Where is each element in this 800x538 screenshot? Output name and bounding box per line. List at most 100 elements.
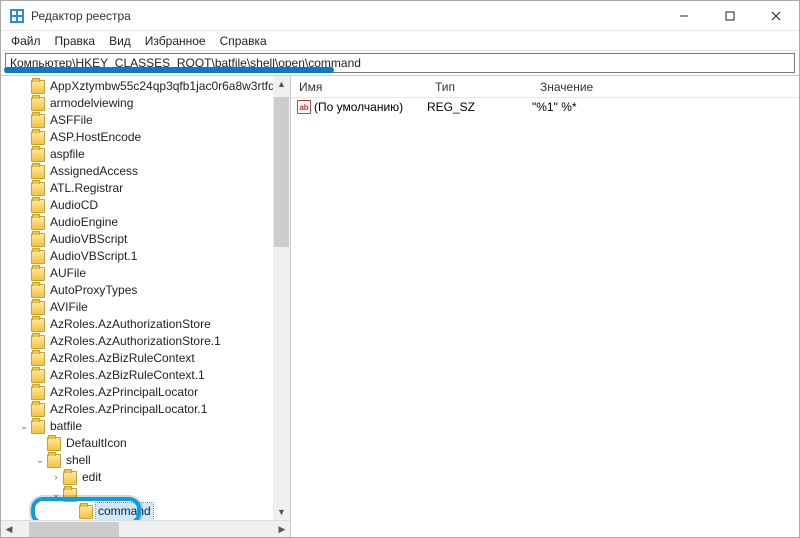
tree-node-label: armodelviewing	[48, 95, 135, 112]
scroll-thumb[interactable]	[29, 522, 119, 537]
tree-view[interactable]: AppXztymbw55c24qp3qfb1jac0r6a8w3rtfqarmo…	[1, 76, 290, 520]
values-panel: Имя Тип Значение ab(По умолчанию) REG_SZ"…	[291, 76, 799, 537]
tree-panel: AppXztymbw55c24qp3qfb1jac0r6a8w3rtfqarmo…	[1, 76, 291, 537]
folder-icon	[31, 148, 45, 162]
folder-icon	[31, 165, 45, 179]
content-area: AppXztymbw55c24qp3qfb1jac0r6a8w3rtfqarmo…	[1, 75, 799, 537]
tree-node[interactable]: AudioVBScript.1	[1, 248, 290, 265]
tree-node-label: edit	[80, 469, 103, 486]
value-name: (По умолчанию)	[314, 100, 403, 114]
tree-node[interactable]: AudioEngine	[1, 214, 290, 231]
tree-node-label: AudioVBScript	[48, 231, 129, 248]
chevron-down-icon[interactable]: ⌄	[33, 452, 47, 469]
window-controls	[661, 1, 799, 30]
col-name[interactable]: Имя	[291, 80, 427, 94]
tree-node-label: AzRoles.AzPrincipalLocator.1	[48, 401, 209, 418]
folder-icon	[31, 182, 45, 196]
address-bar[interactable]: Компьютер\HKEY_CLASSES_ROOT\batfile\shel…	[5, 53, 795, 73]
tree-node-label: AUFile	[48, 265, 88, 282]
folder-icon	[31, 386, 45, 400]
folder-icon	[31, 335, 45, 349]
tree-node-label: AzRoles.AzAuthorizationStore.1	[48, 333, 223, 350]
chevron-down-icon[interactable]: ⌄	[17, 418, 31, 435]
folder-icon	[31, 318, 45, 332]
folder-icon	[47, 437, 61, 451]
col-value[interactable]: Значение	[532, 80, 602, 94]
value-row[interactable]: ab(По умолчанию) REG_SZ"%1" %*	[291, 98, 799, 116]
tree-node[interactable]: AutoProxyTypes	[1, 282, 290, 299]
folder-icon	[31, 420, 45, 434]
tree-node[interactable]: DefaultIcon	[1, 435, 290, 452]
titlebar[interactable]: Редактор реестра	[1, 1, 799, 31]
string-icon: ab	[297, 100, 311, 114]
tree-node[interactable]: ⌄batfile	[1, 418, 290, 435]
folder-icon	[31, 97, 45, 111]
tree-node-label: command	[96, 503, 153, 520]
tree-node[interactable]: AzRoles.AzBizRuleContext	[1, 350, 290, 367]
tree-node[interactable]: armodelviewing	[1, 95, 290, 112]
tree-node[interactable]: ASP.HostEncode	[1, 129, 290, 146]
tree-node[interactable]: AppXztymbw55c24qp3qfb1jac0r6a8w3rtfq	[1, 78, 290, 95]
tree-node-label: DefaultIcon	[64, 435, 129, 452]
scroll-thumb[interactable]	[274, 97, 289, 247]
scroll-right-icon[interactable]: ▶	[274, 524, 290, 535]
chevron-down-icon[interactable]: ⌄	[49, 486, 63, 503]
tree-node-label: aspfile	[48, 146, 87, 163]
tree-node[interactable]: ATL.Registrar	[1, 180, 290, 197]
value-type: REG_SZ	[427, 100, 532, 114]
menu-help[interactable]: Справка	[214, 32, 273, 50]
tree-node[interactable]: aspfile	[1, 146, 290, 163]
chevron-right-icon[interactable]: ›	[49, 469, 63, 486]
tree-horizontal-scrollbar[interactable]: ◀ ▶	[1, 520, 290, 537]
tree-node-label: AudioEngine	[48, 214, 120, 231]
tree-node[interactable]: AudioCD	[1, 197, 290, 214]
tree-node[interactable]: › edit	[1, 469, 290, 486]
folder-icon	[31, 352, 45, 366]
folder-icon	[31, 267, 45, 281]
registry-editor-window: Редактор реестра Файл Правка Вид Избранн…	[0, 0, 800, 538]
menu-edit[interactable]: Правка	[49, 32, 102, 50]
tree-node-label: ASFFile	[48, 112, 95, 129]
tree-node[interactable]: AzRoles.AzPrincipalLocator.1	[1, 401, 290, 418]
values-list[interactable]: ab(По умолчанию) REG_SZ"%1" %*	[291, 98, 799, 116]
scroll-down-icon[interactable]: ▼	[273, 504, 290, 520]
close-button[interactable]	[753, 1, 799, 30]
maximize-button[interactable]	[707, 1, 753, 30]
tree-node[interactable]: AVIFile	[1, 299, 290, 316]
folder-icon	[31, 114, 45, 128]
tree-node[interactable]: AudioVBScript	[1, 231, 290, 248]
scroll-left-icon[interactable]: ◀	[1, 524, 17, 535]
folder-icon	[31, 216, 45, 230]
tree-node[interactable]: AUFile	[1, 265, 290, 282]
tree-node[interactable]: command	[1, 503, 290, 520]
folder-icon	[47, 454, 61, 468]
address-text: Компьютер\HKEY_CLASSES_ROOT\batfile\shel…	[10, 56, 361, 70]
tree-node[interactable]: ASFFile	[1, 112, 290, 129]
folder-icon	[31, 284, 45, 298]
tree-vertical-scrollbar[interactable]: ▲ ▼	[273, 76, 290, 520]
menu-view[interactable]: Вид	[103, 32, 137, 50]
tree-node-label: ASP.HostEncode	[48, 129, 143, 146]
scroll-up-icon[interactable]: ▲	[273, 76, 290, 92]
tree-node[interactable]: AzRoles.AzBizRuleContext.1	[1, 367, 290, 384]
folder-icon	[79, 505, 93, 519]
tree-node[interactable]: AzRoles.AzPrincipalLocator	[1, 384, 290, 401]
tree-node[interactable]: AssignedAccess	[1, 163, 290, 180]
minimize-button[interactable]	[661, 1, 707, 30]
folder-icon	[31, 369, 45, 383]
tree-node-label: AVIFile	[48, 299, 90, 316]
value-data: "%1" %*	[532, 100, 799, 114]
tree-node-label: AutoProxyTypes	[48, 282, 139, 299]
tree-node[interactable]: ⌄shell	[1, 452, 290, 469]
menu-favorites[interactable]: Избранное	[139, 32, 212, 50]
tree-node-label: AudioVBScript.1	[48, 248, 139, 265]
tree-node[interactable]: ⌄	[1, 486, 290, 503]
menu-file[interactable]: Файл	[5, 32, 47, 50]
window-title: Редактор реестра	[31, 9, 661, 23]
col-type[interactable]: Тип	[427, 80, 532, 94]
folder-icon	[63, 471, 77, 485]
tree-node[interactable]: AzRoles.AzAuthorizationStore	[1, 316, 290, 333]
menubar: Файл Правка Вид Избранное Справка	[1, 31, 799, 51]
tree-node-label: AzRoles.AzBizRuleContext.1	[48, 367, 207, 384]
tree-node[interactable]: AzRoles.AzAuthorizationStore.1	[1, 333, 290, 350]
